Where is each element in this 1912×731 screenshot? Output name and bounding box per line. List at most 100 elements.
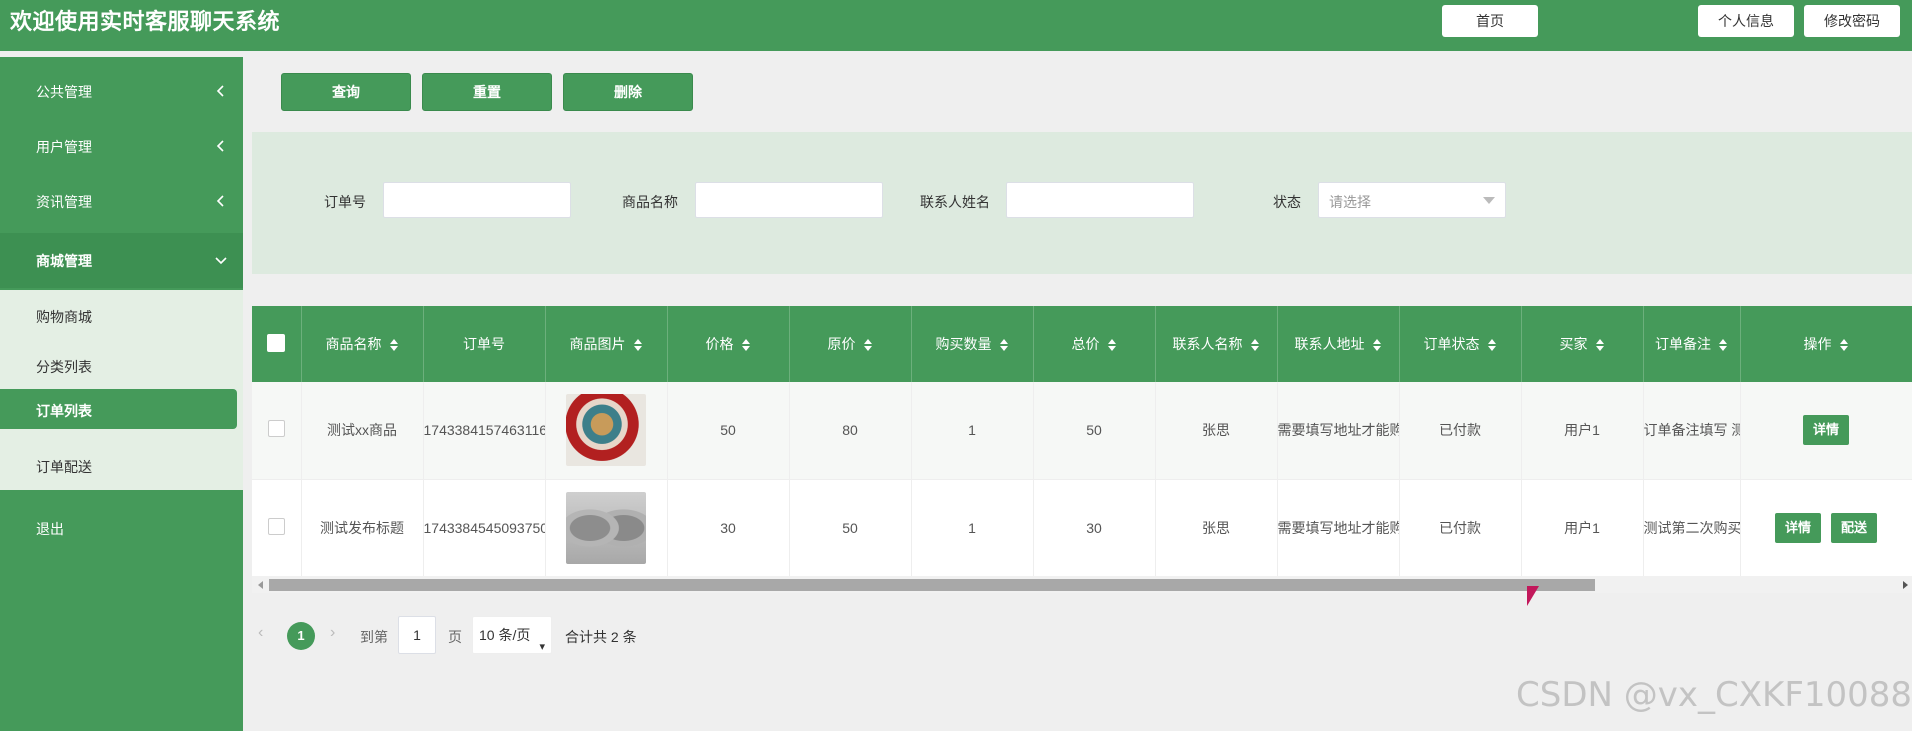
col-header-ops[interactable]: 操作 — [1740, 306, 1912, 382]
status-select[interactable]: 请选择 — [1318, 182, 1506, 218]
cell-product-name: 测试xx商品 — [301, 382, 424, 480]
header-label: 购买数量 — [935, 336, 992, 352]
header-label: 操作 — [1803, 336, 1832, 352]
submenu-item-categories[interactable]: 分类列表 — [0, 345, 243, 385]
orders-table: 商品名称 订单号 商品图片 价格 原价 购买数量 总价 联系人名称 联系人地址 … — [252, 306, 1912, 576]
sidebar-item-mall[interactable]: 商城管理 — [0, 233, 243, 288]
submenu-item-shop[interactable]: 购物商城 — [0, 295, 243, 335]
col-header-product-name[interactable]: 商品名称 — [301, 306, 424, 382]
next-page-icon[interactable]: › — [330, 625, 342, 641]
sort-icon[interactable] — [389, 339, 399, 352]
cell-ops: 详情 — [1740, 382, 1912, 480]
sidebar-item-label: 商城管理 — [36, 253, 92, 269]
sidebar: 公共管理 用户管理 资讯管理 商城管理 购物商城 分类列表 订单列表 订单配送 … — [0, 57, 243, 731]
header-label: 价格 — [705, 336, 734, 352]
change-password-button[interactable]: 修改密码 — [1804, 5, 1900, 37]
col-header-quantity[interactable]: 购买数量 — [911, 306, 1034, 382]
sidebar-item-users[interactable]: 用户管理 — [0, 119, 243, 174]
delete-button[interactable]: 删除 — [563, 73, 693, 111]
submenu-item-delivery[interactable]: 订单配送 — [0, 445, 243, 485]
header-label: 总价 — [1071, 336, 1100, 352]
table-row[interactable]: 测试xx商品 1743384157463116978 50 80 1 50 张思… — [252, 382, 1912, 480]
query-button[interactable]: 查询 — [281, 73, 411, 111]
row-checkbox[interactable] — [267, 517, 285, 535]
cell-order-no: 1743384157463116978 — [423, 382, 546, 480]
sort-icon[interactable] — [1719, 339, 1728, 352]
sort-icon[interactable] — [1372, 339, 1382, 352]
sort-icon[interactable] — [999, 339, 1009, 352]
status-label: 状态 — [1273, 194, 1301, 210]
page-size-select[interactable]: 10 条/页 ▾ — [472, 616, 552, 654]
detail-button[interactable]: 详情 — [1775, 512, 1822, 543]
chevron-down-icon: ▾ — [539, 641, 545, 653]
col-header-contact-address[interactable]: 联系人地址 — [1277, 306, 1400, 382]
header-label: 买家 — [1559, 336, 1588, 352]
select-all-checkbox[interactable] — [267, 333, 286, 352]
logout-label: 退出 — [36, 521, 64, 537]
profile-button[interactable]: 个人信息 — [1698, 5, 1794, 37]
sort-icon[interactable] — [1839, 339, 1849, 352]
product-image[interactable] — [566, 491, 646, 564]
sidebar-item-news[interactable]: 资讯管理 — [0, 174, 243, 229]
col-header-status[interactable]: 订单状态 — [1399, 306, 1522, 382]
home-button[interactable]: 首页 — [1442, 5, 1538, 37]
cell-remark: 测试第二次购买 — [1643, 479, 1741, 576]
sort-icon[interactable] — [863, 339, 873, 352]
contact-name-input[interactable] — [1006, 182, 1194, 218]
order-no-input[interactable] — [383, 182, 571, 218]
detail-button[interactable]: 详情 — [1802, 415, 1849, 446]
sort-icon[interactable] — [1487, 339, 1497, 352]
sort-icon[interactable] — [1595, 339, 1605, 352]
mouse-cursor-icon — [1527, 586, 1539, 606]
sort-icon[interactable] — [741, 339, 751, 352]
header-label: 商品图片 — [569, 336, 626, 352]
col-header-remark[interactable]: 订单备注 — [1643, 306, 1741, 382]
sort-icon[interactable] — [1250, 339, 1260, 352]
delivery-button[interactable]: 配送 — [1830, 512, 1877, 543]
row-checkbox[interactable] — [267, 420, 285, 438]
horizontal-scrollbar[interactable] — [252, 576, 1912, 593]
search-panel: 订单号 商品名称 联系人姓名 状态 请选择 — [252, 132, 1912, 274]
product-name-input[interactable] — [695, 182, 883, 218]
scroll-left-icon[interactable] — [258, 581, 263, 589]
submenu-item-label: 订单列表 — [36, 403, 92, 419]
page-number-current[interactable]: 1 — [287, 622, 315, 650]
chevron-left-icon — [216, 85, 224, 97]
col-header-total[interactable]: 总价 — [1033, 306, 1156, 382]
prev-page-icon[interactable]: ‹ — [258, 625, 270, 641]
sidebar-item-label: 资讯管理 — [36, 194, 92, 210]
scroll-right-icon[interactable] — [1903, 581, 1908, 589]
col-header-price[interactable]: 价格 — [667, 306, 790, 382]
cell-status: 已付款 — [1399, 382, 1522, 480]
watermark: CSDN @vx_CXKF10088 — [1516, 675, 1912, 715]
header-label: 订单备注 — [1655, 336, 1711, 352]
col-header-image[interactable]: 商品图片 — [545, 306, 668, 382]
scrollbar-thumb[interactable] — [269, 579, 1595, 591]
goto-page-input[interactable]: 1 — [398, 616, 436, 654]
status-placeholder: 请选择 — [1329, 194, 1371, 210]
table-row[interactable]: 测试发布标题 1743384545093750210 30 50 1 30 张思… — [252, 479, 1912, 576]
total-count: 合计共 2 条 — [565, 629, 637, 645]
mall-submenu: 购物商城 分类列表 订单列表 订单配送 — [0, 290, 243, 490]
order-no-label: 订单号 — [324, 194, 366, 210]
cell-image — [545, 479, 668, 576]
header-label: 订单号 — [463, 336, 505, 352]
reset-button[interactable]: 重置 — [422, 73, 552, 111]
col-header-order-no: 订单号 — [423, 306, 546, 382]
cell-quantity: 1 — [911, 382, 1034, 480]
cell-ops: 详情 配送 — [1740, 479, 1912, 576]
sort-icon[interactable] — [633, 339, 643, 352]
product-image[interactable] — [566, 394, 646, 467]
cell-buyer: 用户1 — [1521, 382, 1644, 480]
col-header-contact-name[interactable]: 联系人名称 — [1155, 306, 1278, 382]
cell-original-price: 50 — [789, 479, 912, 576]
submenu-item-orders[interactable]: 订单列表 — [0, 389, 237, 429]
col-header-original-price[interactable]: 原价 — [789, 306, 912, 382]
cell-contact-address: 需要填写地址才能购买商品喔 — [1277, 479, 1400, 576]
app-title: 欢迎使用实时客服聊天系统 — [10, 9, 281, 34]
col-header-buyer[interactable]: 买家 — [1521, 306, 1644, 382]
cell-price: 50 — [667, 382, 790, 480]
sort-icon[interactable] — [1107, 339, 1117, 352]
logout-item[interactable]: 退出 — [0, 501, 243, 556]
sidebar-item-public[interactable]: 公共管理 — [0, 64, 243, 119]
